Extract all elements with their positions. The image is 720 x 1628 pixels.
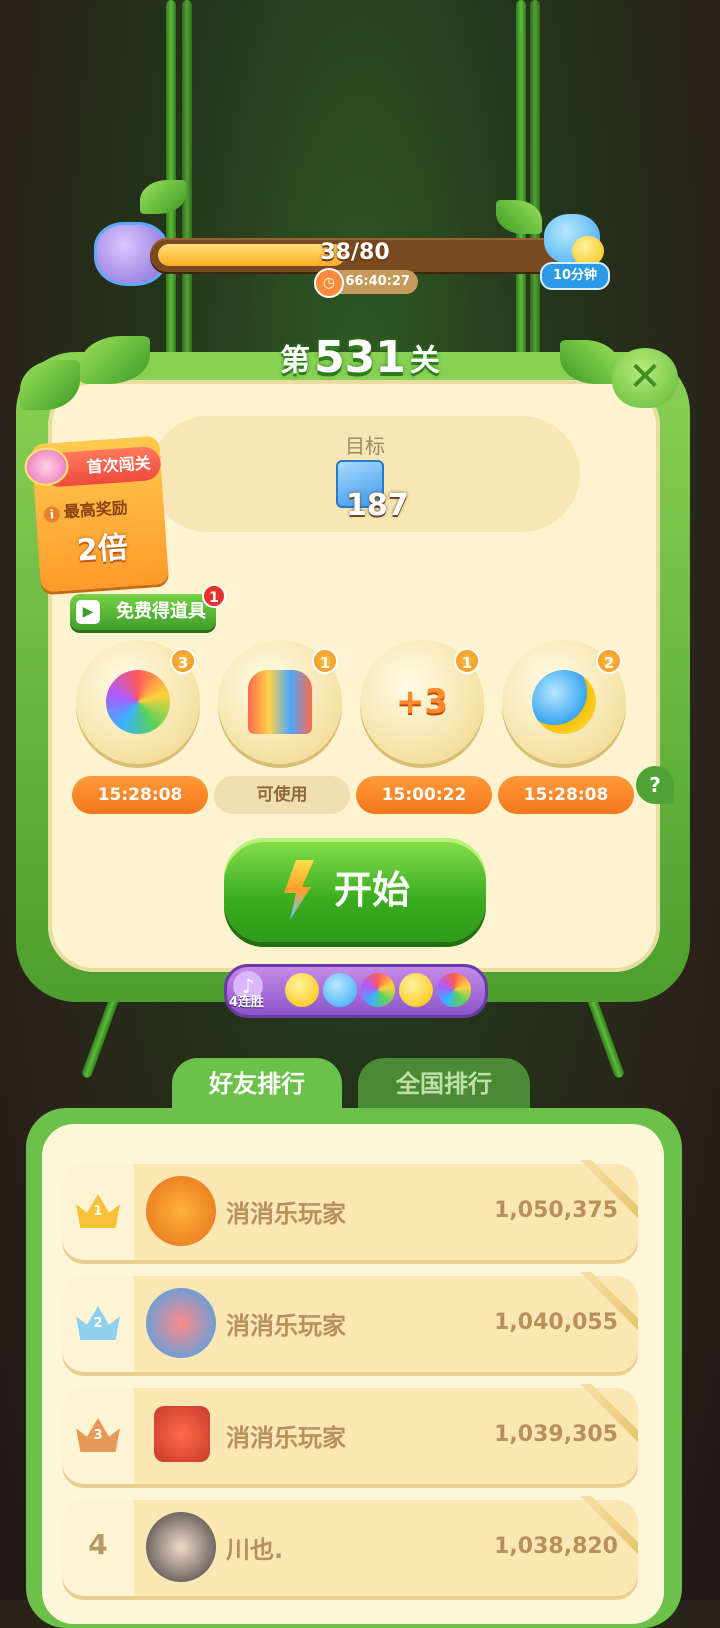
vine-decoration <box>80 991 122 1079</box>
rainbow-owl-icon <box>437 973 471 1007</box>
ranking-row[interactable]: 4 川也. 1,038,820 <box>62 1496 638 1596</box>
max-reward-line: i 最高奖励 <box>43 492 164 524</box>
rank-number: 2 <box>93 1316 103 1331</box>
start-label: 开始 <box>334 868 411 912</box>
rainbow-owl-icon <box>361 973 395 1007</box>
player-score: 1,040,055 <box>494 1310 618 1335</box>
booster-status: 15:28:08 <box>72 776 208 814</box>
ranking-row[interactable]: 3 消消乐玩家 1,039,305 <box>62 1384 638 1484</box>
close-button[interactable]: ✕ <box>612 348 678 408</box>
player-name: 川也. <box>226 1536 284 1564</box>
max-reward-label: 最高奖励 <box>63 498 129 522</box>
tab-national-ranking[interactable]: 全国排行 <box>358 1058 530 1110</box>
plus-three-moves-icon: +3 <box>395 682 449 722</box>
reward-multiplier: 2倍 <box>75 530 130 569</box>
level-number: 531 <box>314 332 406 383</box>
rank-number: 1 <box>93 1204 103 1219</box>
booster-count-badge: 1 <box>454 648 480 674</box>
goal-count: 187 <box>346 488 409 523</box>
chick-icon <box>399 973 433 1007</box>
ranking-row[interactable]: 1 消消乐玩家 1,050,375 <box>62 1160 638 1260</box>
vine-decoration <box>516 0 526 360</box>
event-progress-bar[interactable]: 38/80 <box>150 238 560 272</box>
avatar[interactable] <box>146 1288 216 1358</box>
booster-count-badge: 1 <box>312 648 338 674</box>
booster-count-badge: 2 <box>596 648 622 674</box>
rocket-icon <box>248 670 312 734</box>
player-score: 1,038,820 <box>494 1534 618 1559</box>
booster-status: 15:00:22 <box>356 776 492 814</box>
rank-number: 4 <box>88 1528 108 1561</box>
first-clear-tag: 首次闯关 i 最高奖励 2倍 <box>23 435 170 593</box>
help-button[interactable]: ? <box>636 766 674 804</box>
event-countdown: ◷ 66:40:27 <box>314 268 418 298</box>
free-props-button[interactable]: ▶ 免费得道具 <box>70 594 216 630</box>
tab-friend-ranking[interactable]: 好友排行 <box>172 1058 342 1110</box>
info-icon: i <box>43 505 61 523</box>
video-icon: ▶ <box>76 600 100 624</box>
avatar[interactable] <box>146 1512 216 1582</box>
player-name: 消消乐玩家 <box>226 1424 346 1452</box>
free-props-label: 免费得道具 <box>116 601 206 622</box>
countdown-text: 66:40:27 <box>345 274 410 289</box>
vine-decoration <box>530 0 540 360</box>
avatar[interactable] <box>154 1406 210 1462</box>
goal-box: 目标 187 <box>150 416 580 532</box>
clock-icon: ◷ <box>314 268 344 298</box>
lightning-icon <box>284 860 314 920</box>
rank-number: 3 <box>93 1428 103 1443</box>
progress-text: 38/80 <box>320 240 390 265</box>
level-suffix: 关 <box>409 343 440 379</box>
win-streak-label: 4连胜 <box>229 995 265 1010</box>
level-prefix: 第 <box>280 343 311 379</box>
player-score: 1,050,375 <box>494 1198 618 1223</box>
booster-status: 15:28:08 <box>498 776 634 814</box>
leaf-decoration <box>140 180 186 214</box>
reward-time-badge: 10分钟 <box>540 262 610 290</box>
blue-pet-icon <box>323 973 357 1007</box>
booster-status: 可使用 <box>214 776 350 814</box>
player-name: 消消乐玩家 <box>226 1200 346 1228</box>
level-title: 第531 关 <box>260 332 460 388</box>
notification-badge: 1 <box>202 584 226 608</box>
win-streak-bar[interactable]: ♪ 4连胜 <box>224 964 488 1018</box>
rainbow-owl-icon <box>106 670 170 734</box>
ranking-row[interactable]: 2 消消乐玩家 1,040,055 <box>62 1272 638 1372</box>
player-name: 消消乐玩家 <box>226 1312 346 1340</box>
booster-count-badge: 3 <box>170 648 196 674</box>
start-button[interactable]: 开始 <box>224 838 486 942</box>
chick-icon <box>285 973 319 1007</box>
vine-decoration <box>584 991 626 1079</box>
player-score: 1,039,305 <box>494 1422 618 1447</box>
pet-pair-icon <box>532 670 596 734</box>
avatar[interactable] <box>146 1176 216 1246</box>
goal-label: 目标 <box>345 434 385 458</box>
